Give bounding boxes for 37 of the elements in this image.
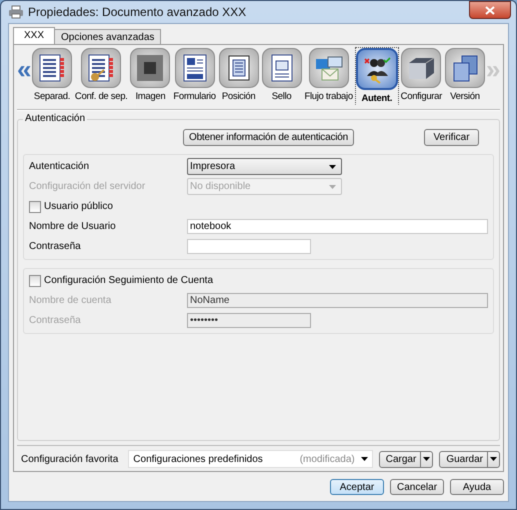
password-field[interactable]	[187, 239, 311, 254]
dialog-button[interactable]: Ayuda	[450, 479, 504, 495]
field-label: Configuración del servidor	[29, 181, 146, 192]
checkbox[interactable]	[29, 200, 41, 212]
dialog-button[interactable]: Cancelar	[390, 479, 444, 495]
dropdown-caret-icon	[329, 164, 336, 168]
field-label: Contraseña	[29, 315, 82, 326]
dropdown-caret-icon	[360, 457, 368, 461]
field-label: Nombre de Usuario	[29, 221, 117, 232]
image-icon	[135, 53, 166, 83]
tab[interactable]: Opciones avanzadas	[54, 29, 162, 44]
tab[interactable]: XXX	[13, 27, 56, 44]
favorite-label: Configuración favorita	[21, 454, 118, 464]
get-info-button[interactable]: Obtener información de autenticación	[182, 129, 354, 146]
field-label: Contraseña	[29, 241, 82, 252]
toolbar-item[interactable]: Autent.	[354, 47, 399, 105]
favorite-dropdown[interactable]: Configuraciones predefinidos (modificada)	[128, 450, 373, 468]
dropdown-caret-icon	[423, 457, 430, 461]
dropdown-caret-icon	[490, 457, 497, 461]
group-title: Autenticación	[23, 113, 88, 124]
window-title: Propiedades: Documento avanzado XXX	[28, 5, 248, 19]
dropdown-caret-icon	[329, 184, 336, 188]
list-document-icon	[37, 53, 67, 83]
split-button[interactable]: Guardar	[439, 450, 500, 468]
field-label: Autenticación	[29, 161, 90, 172]
previous-button[interactable]: «	[17, 57, 31, 81]
checkbox[interactable]	[29, 274, 41, 286]
dialog-button[interactable]: Aceptar	[330, 479, 384, 495]
input-field[interactable]: notebook	[187, 219, 488, 234]
dropdown[interactable]: Impresora	[187, 158, 342, 175]
field-label: Nombre de cuenta	[29, 295, 112, 306]
checkbox-label: Usuario público	[44, 201, 113, 212]
split-button[interactable]: Cargar	[378, 450, 434, 468]
close-button[interactable]	[469, 1, 511, 19]
verify-button[interactable]: Verificar	[424, 129, 479, 146]
close-icon	[485, 6, 495, 14]
checkbox-label: Configuración Seguimiento de Cuenta	[44, 275, 213, 286]
